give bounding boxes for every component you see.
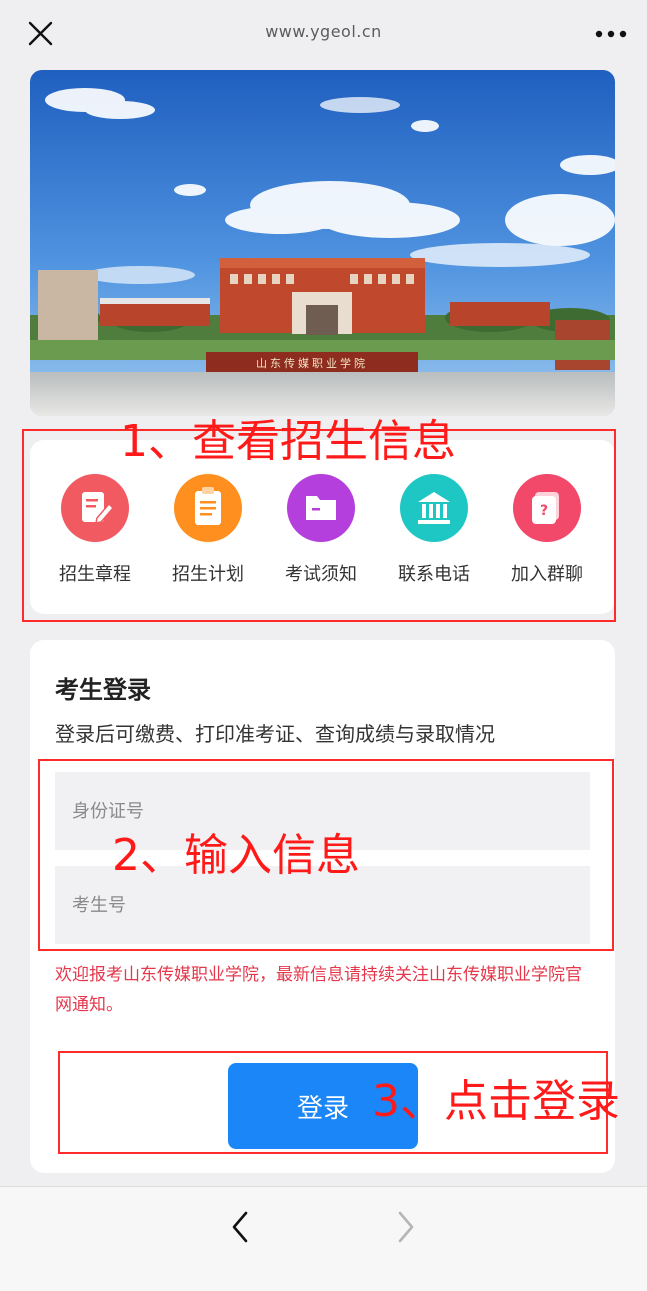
- chevron-left-icon[interactable]: [222, 1207, 258, 1247]
- campus-banner-image: 山东传媒职业学院: [30, 70, 615, 416]
- campus-sign-text: 山东传媒职业学院: [256, 356, 368, 370]
- more-icon[interactable]: [593, 20, 629, 48]
- chevron-right-icon[interactable]: [388, 1207, 424, 1247]
- annotation-step2-text: 2、输入信息: [112, 830, 360, 881]
- annotation-step1-text: 1、查看招生信息: [120, 416, 456, 467]
- page: www.ygeol.cn 山东传媒职业学院 招生章程 招生计划 考试须知 联系电…: [0, 0, 647, 1291]
- annotation-step3-text: 3、点击登录: [372, 1076, 620, 1127]
- login-notice: 欢迎报考山东传媒职业学院，最新信息请持续关注山东传媒职业学院官网通知。: [55, 965, 582, 1015]
- top-bar: www.ygeol.cn: [0, 0, 647, 70]
- bottom-nav-bar: [0, 1186, 647, 1291]
- login-title: 考生登录: [55, 676, 151, 704]
- url-label: www.ygeol.cn: [265, 22, 382, 41]
- login-subtitle: 登录后可缴费、打印准考证、查询成绩与录取情况: [55, 722, 495, 746]
